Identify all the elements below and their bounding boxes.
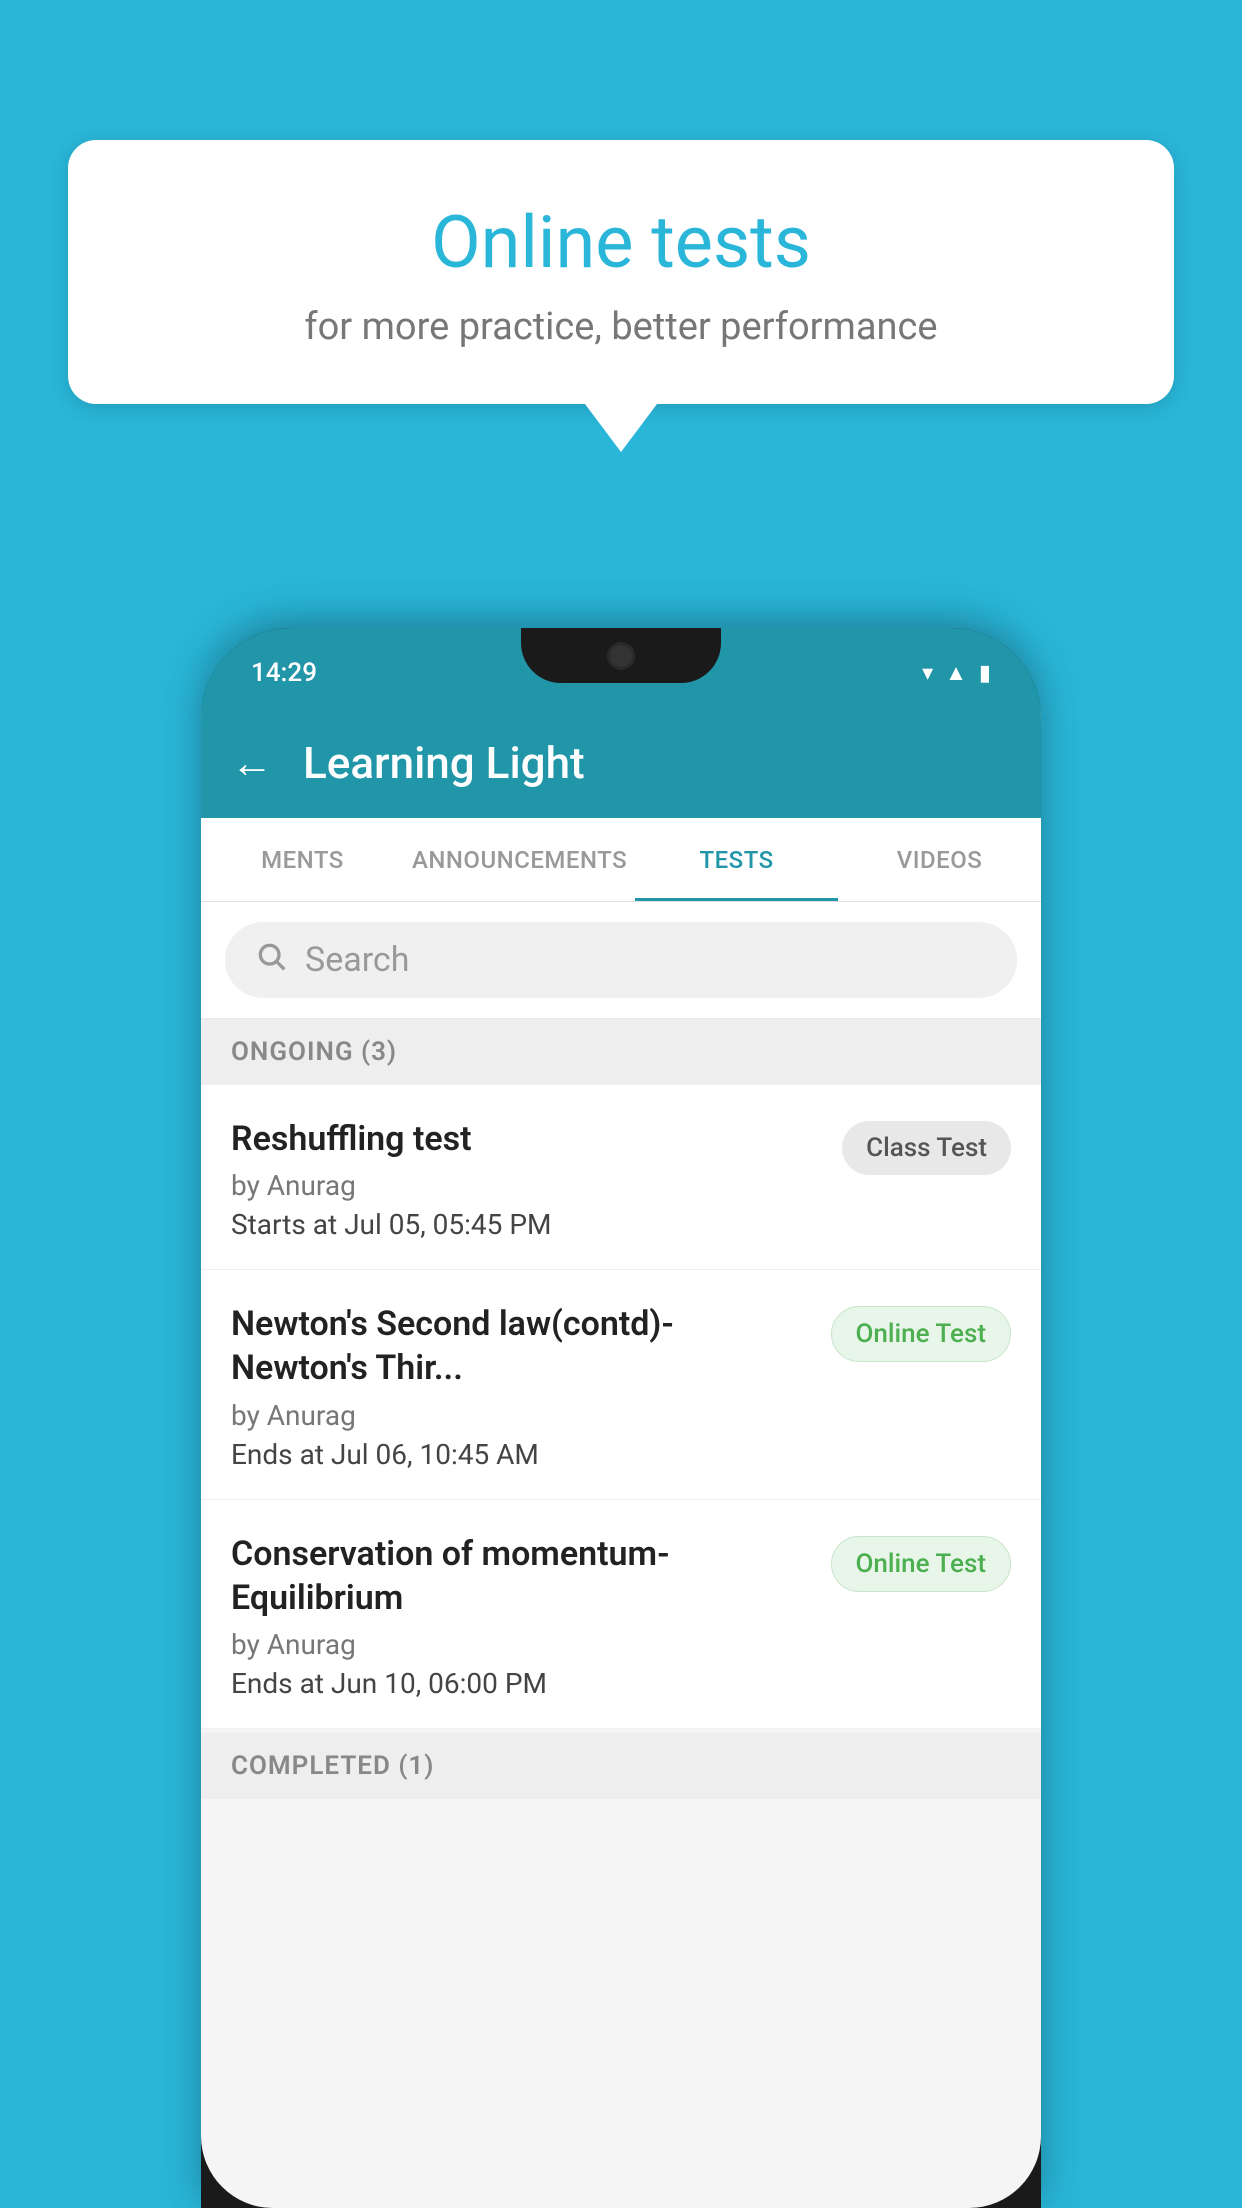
back-button[interactable]: ← [231, 739, 273, 788]
test-item[interactable]: Conservation of momentum-Equilibrium by … [201, 1500, 1041, 1729]
tab-tests[interactable]: TESTS [635, 818, 838, 901]
bubble-title: Online tests [138, 200, 1104, 285]
wifi-icon: ▾ [922, 661, 933, 686]
battery-icon: ▮ [979, 661, 991, 686]
date-value: Jun 10, 06:00 PM [331, 1667, 547, 1700]
test-list: Reshuffling test by Anurag Starts at Jul… [201, 1085, 1041, 1729]
test-name: Newton's Second law(contd)-Newton's Thir… [231, 1302, 811, 1390]
status-icons: ▾ ▲ ▮ [922, 660, 991, 686]
tab-announcements[interactable]: ANNOUNCEMENTS [404, 818, 635, 901]
completed-title: COMPLETED (1) [231, 1751, 434, 1781]
test-badge: Class Test [842, 1121, 1011, 1175]
phone-camera [607, 642, 635, 670]
tabs-container: MENTS ANNOUNCEMENTS TESTS VIDEOS [201, 818, 1041, 902]
date-label: Ends at [231, 1438, 324, 1471]
search-container: Search [201, 902, 1041, 1019]
tab-ments[interactable]: MENTS [201, 818, 404, 901]
bubble-tail [585, 404, 657, 452]
date-value: Jul 06, 10:45 AM [331, 1438, 539, 1471]
status-bar: 14:29 ▾ ▲ ▮ [201, 628, 1041, 708]
test-date: Starts at Jul 05, 05:45 PM [231, 1208, 822, 1241]
test-badge: Online Test [831, 1536, 1012, 1592]
phone-screen: ← Learning Light MENTS ANNOUNCEMENTS TES… [201, 708, 1041, 2208]
test-date: Ends at Jul 06, 10:45 AM [231, 1438, 811, 1471]
date-label: Ends at [231, 1667, 324, 1700]
test-name: Reshuffling test [231, 1117, 822, 1161]
test-author: by Anurag [231, 1399, 811, 1432]
completed-section-header: COMPLETED (1) [201, 1733, 1041, 1799]
test-item[interactable]: Newton's Second law(contd)-Newton's Thir… [201, 1270, 1041, 1499]
phone-notch [521, 628, 721, 683]
signal-icon: ▲ [945, 660, 967, 686]
test-date: Ends at Jun 10, 06:00 PM [231, 1667, 811, 1700]
search-placeholder: Search [305, 940, 409, 980]
test-info: Reshuffling test by Anurag Starts at Jul… [231, 1117, 842, 1241]
app-title: Learning Light [303, 737, 585, 789]
test-info: Conservation of momentum-Equilibrium by … [231, 1532, 831, 1700]
phone-frame: 14:29 ▾ ▲ ▮ ← Learning Light MENTS ANNOU… [201, 628, 1041, 2208]
test-badge: Online Test [831, 1306, 1012, 1362]
test-name: Conservation of momentum-Equilibrium [231, 1532, 811, 1620]
ongoing-section-header: ONGOING (3) [201, 1019, 1041, 1085]
speech-bubble-section: Online tests for more practice, better p… [68, 140, 1174, 452]
app-header: ← Learning Light [201, 708, 1041, 818]
date-label: Starts at [231, 1208, 337, 1241]
test-author: by Anurag [231, 1628, 811, 1661]
search-icon [255, 940, 287, 980]
test-author: by Anurag [231, 1169, 822, 1202]
status-time: 14:29 [251, 658, 317, 688]
date-value: Jul 05, 05:45 PM [344, 1208, 551, 1241]
search-box[interactable]: Search [225, 922, 1017, 998]
test-info: Newton's Second law(contd)-Newton's Thir… [231, 1302, 831, 1470]
speech-bubble: Online tests for more practice, better p… [68, 140, 1174, 404]
bubble-subtitle: for more practice, better performance [138, 305, 1104, 349]
ongoing-title: ONGOING (3) [231, 1037, 397, 1067]
test-item[interactable]: Reshuffling test by Anurag Starts at Jul… [201, 1085, 1041, 1270]
tab-videos[interactable]: VIDEOS [838, 818, 1041, 901]
